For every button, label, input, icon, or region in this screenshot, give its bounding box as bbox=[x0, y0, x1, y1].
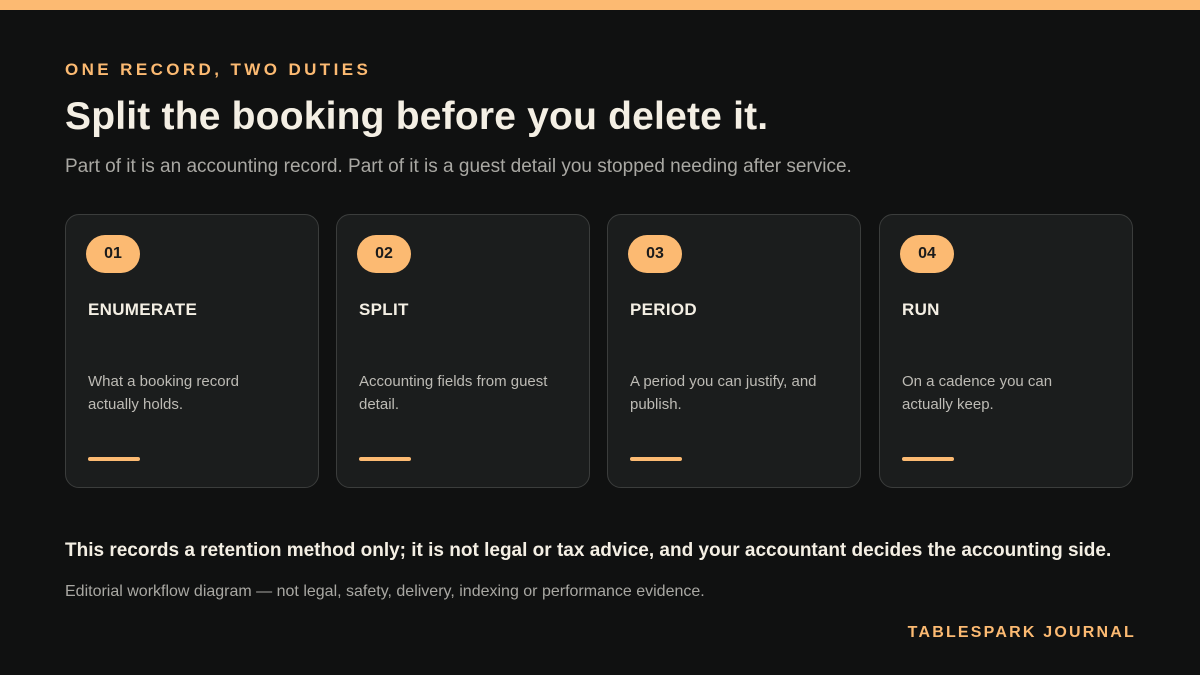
disclaimer-note: This records a retention method only; it… bbox=[65, 540, 1112, 561]
step-card-split: 02 SPLIT Accounting fields from guest de… bbox=[336, 214, 590, 488]
step-description: On a cadence you can actually keep. bbox=[902, 373, 1053, 413]
eyebrow-label: ONE RECORD, TWO DUTIES bbox=[65, 60, 372, 79]
step-cards: 01 ENUMERATE What a booking record actua… bbox=[65, 214, 1136, 490]
step-description: A period you can justify, and publish. bbox=[630, 373, 817, 413]
page-title: Split the booking before you delete it. bbox=[65, 95, 769, 138]
step-accent-rule bbox=[902, 457, 954, 461]
step-accent-rule bbox=[88, 457, 140, 461]
page-subtitle: Part of it is an accounting record. Part… bbox=[65, 156, 852, 177]
step-title: PERIOD bbox=[630, 300, 697, 319]
step-title: RUN bbox=[902, 300, 940, 319]
step-description: What a booking record actually holds. bbox=[88, 373, 239, 413]
step-accent-rule bbox=[630, 457, 682, 461]
step-number-badge: 04 bbox=[900, 235, 954, 273]
step-accent-rule bbox=[359, 457, 411, 461]
step-card-enumerate: 01 ENUMERATE What a booking record actua… bbox=[65, 214, 319, 488]
step-title: ENUMERATE bbox=[88, 300, 198, 319]
step-title: SPLIT bbox=[359, 300, 409, 319]
step-number-badge: 02 bbox=[357, 235, 411, 273]
step-card-run: 04 RUN On a cadence you can actually kee… bbox=[879, 214, 1133, 488]
step-number-badge: 03 bbox=[628, 235, 682, 273]
step-number-badge: 01 bbox=[86, 235, 140, 273]
step-description: Accounting fields from guest detail. bbox=[359, 373, 548, 413]
top-accent-bar bbox=[0, 0, 1200, 10]
figure-caption: Editorial workflow diagram — not legal, … bbox=[65, 583, 705, 600]
step-card-period: 03 PERIOD A period you can justify, and … bbox=[607, 214, 861, 488]
slide: ONE RECORD, TWO DUTIES Split the booking… bbox=[0, 0, 1200, 675]
brand-wordmark: TABLESPARK JOURNAL bbox=[907, 624, 1136, 641]
